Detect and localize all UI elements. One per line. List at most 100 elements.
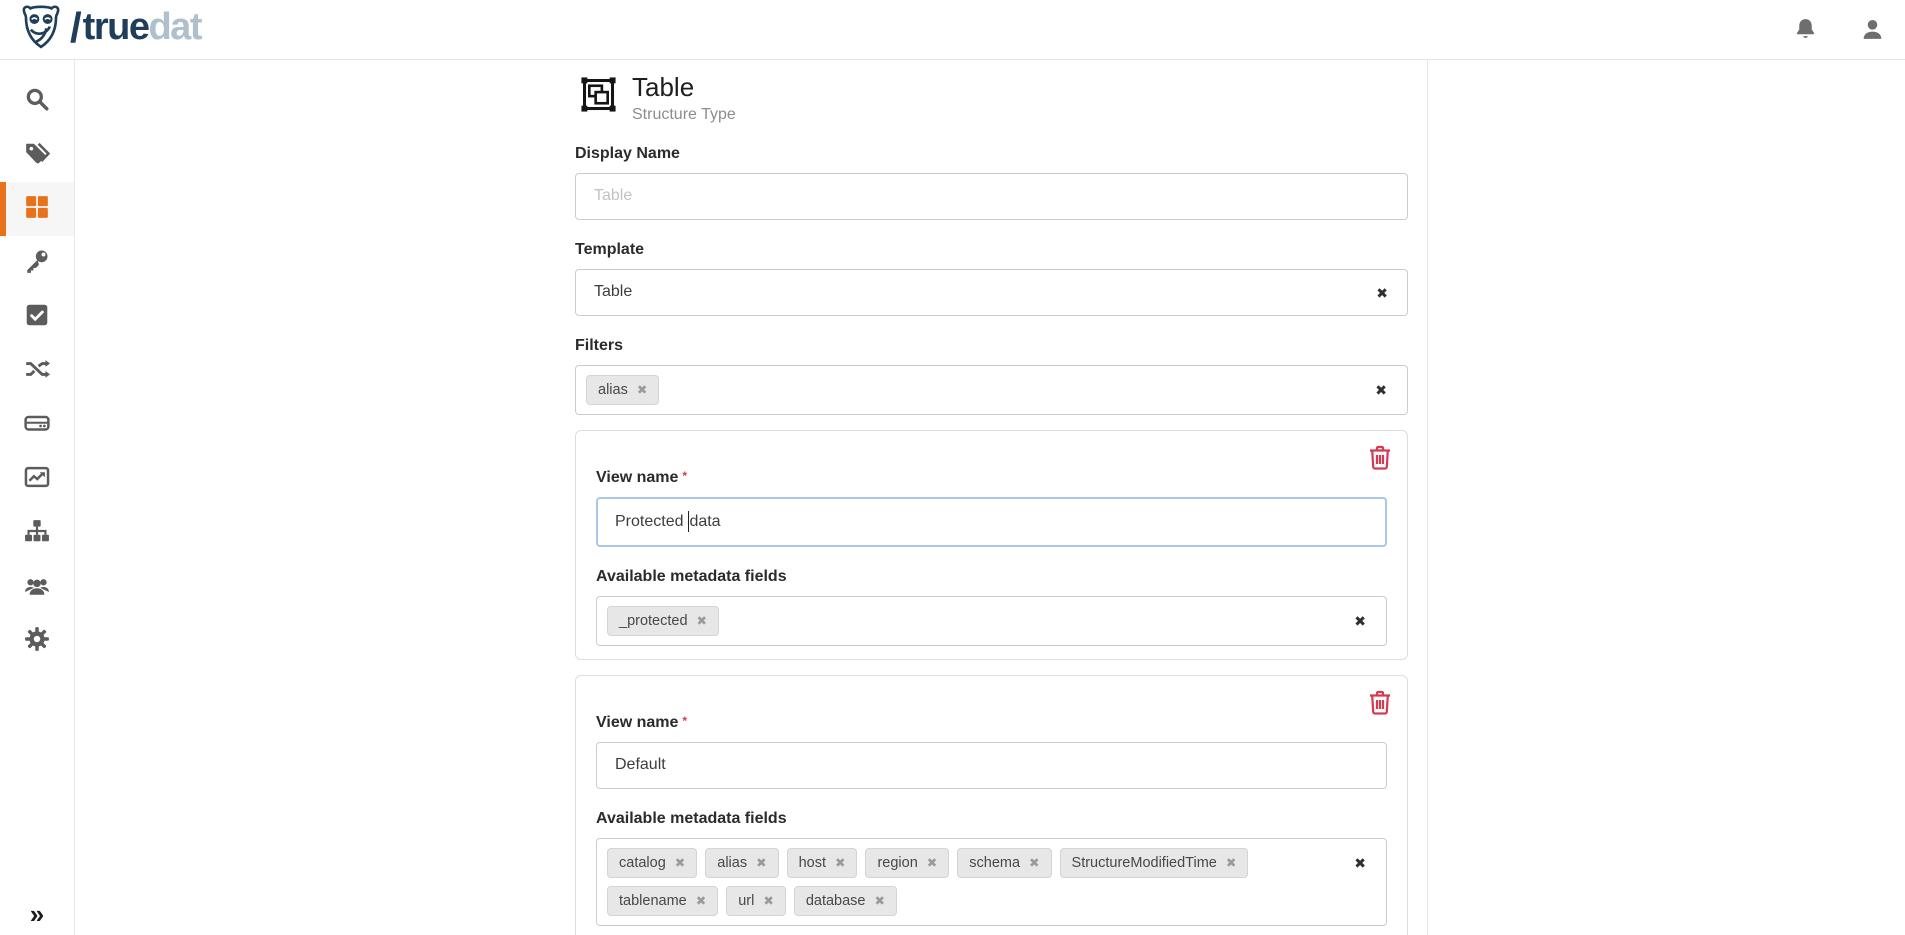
sidebar-item-tags[interactable] — [0, 128, 74, 182]
sidebar-item-users[interactable] — [0, 560, 74, 614]
tag-label: database — [806, 893, 866, 909]
metadata-tag: _protected ✖ — [607, 606, 719, 636]
tag-remove-icon[interactable]: ✖ — [874, 893, 884, 908]
input-text-after-caret: data — [689, 513, 720, 531]
bell-icon[interactable] — [1793, 17, 1818, 42]
tag-remove-icon[interactable]: ✖ — [756, 855, 766, 870]
tag-label: alias — [717, 855, 747, 871]
view-card: View name * Protected data Available meta… — [575, 430, 1408, 660]
sidebar-item-search[interactable] — [0, 74, 74, 128]
tag-remove-icon[interactable]: ✖ — [697, 613, 707, 628]
metadata-tag: schema ✖ — [957, 848, 1051, 878]
view-name-label-text: View name — [596, 714, 678, 731]
tag-remove-icon[interactable]: ✖ — [927, 855, 937, 870]
metadata-tag: alias ✖ — [705, 848, 778, 878]
object-group-icon — [581, 73, 616, 117]
main-content: Table Structure Type Display Name Templa… — [75, 60, 1428, 935]
view-name-label-text: View name — [596, 469, 678, 486]
display-name-label: Display Name — [575, 145, 1408, 163]
metadata-tag: region ✖ — [865, 848, 949, 878]
template-input[interactable] — [575, 269, 1408, 316]
sidebar-item-structure-types[interactable] — [0, 182, 74, 236]
logo-text: truedat — [83, 6, 201, 49]
tag-label: tablename — [619, 893, 687, 909]
page-title-texts: Table Structure Type — [632, 73, 736, 124]
metadata-tag: StructureModifiedTime ✖ — [1060, 848, 1249, 878]
tag-label: StructureModifiedTime — [1072, 855, 1217, 871]
tag-remove-icon[interactable]: ✖ — [763, 893, 773, 908]
view-name-input[interactable]: Protected data — [596, 497, 1387, 547]
page-title-block: Table Structure Type — [581, 73, 1408, 124]
logo-text-primary: true — [83, 6, 149, 48]
user-icon[interactable] — [1860, 17, 1885, 42]
clear-icon[interactable]: ✖ — [1376, 286, 1388, 300]
tag-label: alias — [598, 382, 628, 398]
structure-type-form: Table Structure Type Display Name Templa… — [575, 60, 1408, 935]
tag-label: _protected — [619, 613, 688, 629]
sitemap-icon — [24, 518, 50, 549]
metadata-tag: database ✖ — [794, 886, 897, 916]
page-subtitle: Structure Type — [632, 106, 736, 124]
sidebar-item-dashboards[interactable] — [0, 452, 74, 506]
template-select[interactable]: ✖ — [575, 269, 1408, 316]
key-icon — [24, 248, 50, 279]
sidebar-item-lineage[interactable] — [0, 506, 74, 560]
sidebar-item-settings[interactable] — [0, 614, 74, 668]
filters-multiselect[interactable]: alias ✖ ✖ — [575, 365, 1408, 415]
tags-icon — [24, 140, 50, 171]
truedat-logo[interactable]: / truedat — [18, 4, 201, 56]
top-header: / truedat — [0, 0, 1905, 60]
tag-remove-icon[interactable]: ✖ — [1029, 855, 1039, 870]
filter-tag: alias ✖ — [586, 375, 659, 405]
tag-label: catalog — [619, 855, 666, 871]
sidebar-item-permissions[interactable] — [0, 236, 74, 290]
tag-remove-icon[interactable]: ✖ — [696, 893, 706, 908]
chart-line-icon — [24, 464, 50, 495]
tag-label: region — [877, 855, 917, 871]
view-name-label: View name * — [596, 469, 1387, 487]
sidebar-nav: » — [0, 60, 75, 935]
required-asterisk: * — [682, 469, 687, 483]
clear-icon[interactable]: ✖ — [1354, 614, 1366, 628]
display-name-input[interactable] — [575, 173, 1408, 220]
metadata-tag: catalog ✖ — [607, 848, 697, 878]
metadata-fields-label: Available metadata fields — [596, 810, 1387, 828]
trash-icon[interactable] — [1369, 690, 1391, 715]
filters-label: Filters — [575, 337, 1408, 355]
tag-label: url — [738, 893, 754, 909]
sidebar-item-relations[interactable] — [0, 344, 74, 398]
metadata-tag: host ✖ — [787, 848, 858, 878]
metadata-tag: url ✖ — [726, 886, 786, 916]
angle-double-right-icon: » — [30, 899, 44, 929]
page-title: Table — [632, 73, 736, 103]
tag-remove-icon[interactable]: ✖ — [835, 855, 845, 870]
sidebar-item-quality[interactable] — [0, 290, 74, 344]
tag-remove-icon[interactable]: ✖ — [637, 382, 647, 397]
input-text-before-caret: Protected — [615, 513, 688, 531]
metadata-tag: tablename ✖ — [607, 886, 718, 916]
owl-logo-icon — [18, 4, 64, 55]
clear-icon[interactable]: ✖ — [1375, 383, 1387, 397]
tag-remove-icon[interactable]: ✖ — [675, 855, 685, 870]
view-name-label: View name * — [596, 714, 1387, 732]
check-square-icon — [24, 302, 50, 333]
view-name-input[interactable] — [596, 742, 1387, 789]
grid-icon — [24, 194, 50, 225]
clear-icon[interactable]: ✖ — [1354, 856, 1366, 870]
hard-drive-icon — [24, 410, 50, 441]
metadata-fields-multiselect[interactable]: catalog ✖ alias ✖ host ✖ — [596, 838, 1387, 926]
metadata-fields-label: Available metadata fields — [596, 568, 1387, 586]
required-asterisk: * — [682, 714, 687, 728]
search-icon — [24, 86, 50, 117]
shuffle-icon — [24, 356, 50, 387]
users-icon — [24, 572, 50, 603]
view-card: View name * Available metadata fields cat… — [575, 675, 1408, 935]
metadata-fields-multiselect[interactable]: _protected ✖ ✖ — [596, 596, 1387, 646]
sidebar-item-systems[interactable] — [0, 398, 74, 452]
tag-label: schema — [969, 855, 1020, 871]
tag-remove-icon[interactable]: ✖ — [1226, 855, 1236, 870]
sidebar-expand-button[interactable]: » — [0, 901, 74, 927]
template-label: Template — [575, 241, 1408, 259]
trash-icon[interactable] — [1369, 445, 1391, 470]
logo-text-secondary: dat — [148, 6, 201, 48]
